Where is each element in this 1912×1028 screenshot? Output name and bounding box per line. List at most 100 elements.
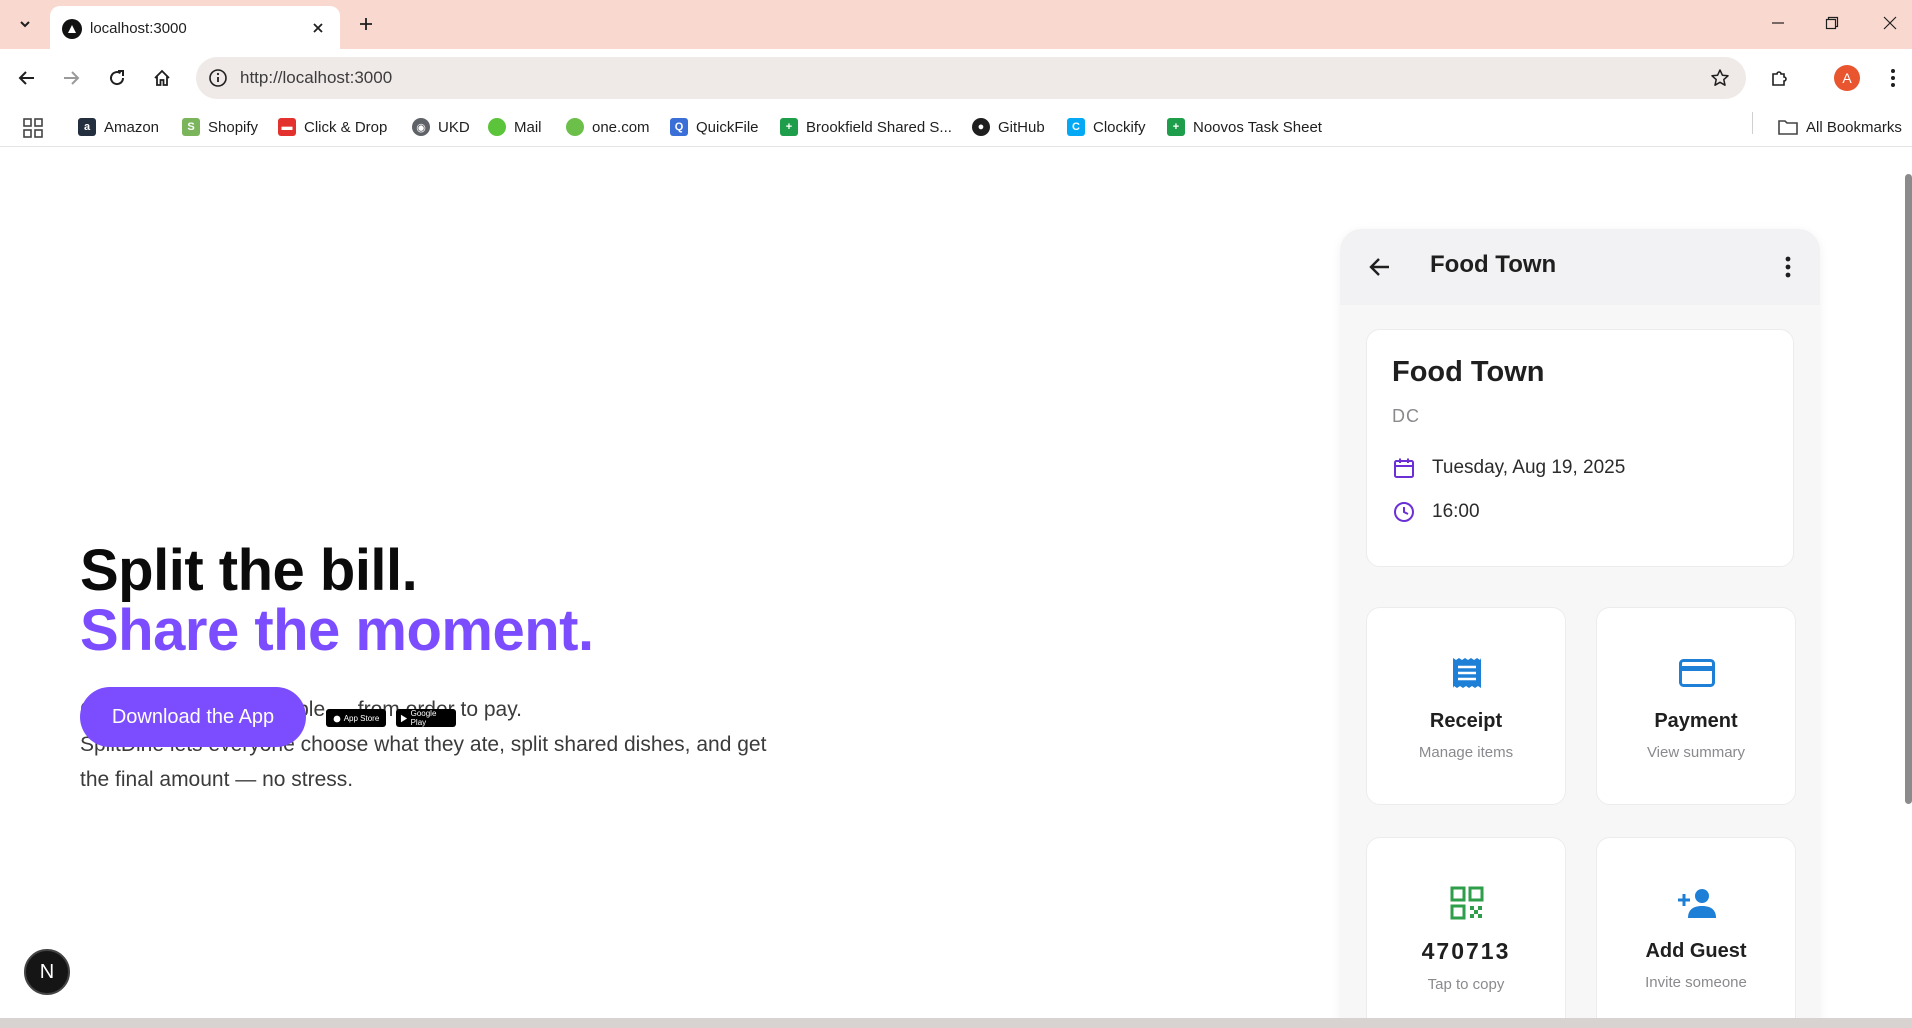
more-vertical-icon [1785,256,1791,278]
receipt-subtitle: Manage items [1418,744,1514,761]
qr-code-icon [1447,883,1487,923]
url-text: http://localhost:3000 [240,68,393,87]
receipt-icon [1447,653,1487,693]
phone-menu-button[interactable] [1776,253,1800,281]
clock-icon [1392,500,1416,524]
close-tab-icon[interactable] [308,18,328,38]
event-time: 16:00 [1432,501,1480,522]
join-code-subtitle: Tap to copy [1427,976,1505,993]
join-code: 470713 [1421,938,1511,964]
bookmark-item[interactable]: ● GitHub [972,116,1045,138]
minimize-button[interactable] [1758,8,1798,38]
bookmarks-separator [1752,112,1753,134]
bookmark-item[interactable]: + Noovos Task Sheet [1167,116,1322,138]
browser-toolbar: http://localhost:3000 A [0,49,1912,107]
receipt-title: Receipt [1429,710,1503,732]
app-store-badge[interactable]: App Store [326,709,386,727]
tab-search-button[interactable] [10,10,40,38]
bookmark-label: Shopify [208,118,259,136]
bookmark-label: Clockify [1093,118,1146,136]
payment-subtitle: View summary [1646,744,1746,761]
bookmark-item[interactable]: C Clockify [1067,116,1146,138]
all-bookmarks-label: All Bookmarks [1806,118,1902,136]
credit-card-icon [1677,653,1717,693]
time-row: 16:00 [1392,500,1480,524]
calendar-icon [1392,456,1416,480]
date-row: Tuesday, Aug 19, 2025 [1392,456,1625,480]
site-info-icon[interactable] [206,66,230,90]
bookmark-label: one.com [592,118,650,136]
nextjs-dev-badge[interactable]: N [24,949,70,995]
amazon-icon: a [78,118,96,136]
restaurant-name: Food Town [1392,356,1545,388]
event-date: Tuesday, Aug 19, 2025 [1432,457,1626,478]
sheets-icon: + [1167,118,1185,136]
add-guest-title: Add Guest [1645,940,1747,962]
receipt-tile[interactable]: Receipt Manage items [1366,607,1566,805]
globe-icon: ◉ [412,118,430,136]
arrow-left-icon [1369,258,1389,276]
more-vertical-icon [1891,69,1895,87]
active-tab[interactable]: localhost:3000 [50,6,340,49]
tab-title: localhost:3000 [90,20,187,37]
royal-mail-icon: ▬ [278,118,296,136]
phone-header: Food Town [1340,229,1820,305]
download-app-button[interactable]: Download the App [80,687,306,747]
shopify-icon: S [182,118,200,136]
bookmark-item[interactable]: ◉ UKD [412,116,470,138]
payment-title: Payment [1654,710,1738,732]
close-window-button[interactable] [1870,8,1910,38]
bookmark-item[interactable]: + Brookfield Shared S... [780,116,952,138]
add-guest-subtitle: Invite someone [1645,974,1747,991]
profile-avatar[interactable]: A [1834,65,1860,91]
bookmark-label: QuickFile [696,118,759,136]
all-bookmarks-button[interactable]: All Bookmarks [1778,116,1902,138]
restore-button[interactable] [1812,8,1852,38]
phone-mockup: Food Town Food Town DC Tuesday, Aug 19, … [1340,229,1820,1018]
window-bottom-strip [0,1018,1912,1028]
home-icon [154,69,170,86]
payment-tile[interactable]: Payment View summary [1596,607,1796,805]
add-guest-tile[interactable]: Add Guest Invite someone [1596,837,1796,1018]
bookmark-item[interactable]: Mail [488,116,542,138]
restore-icon [1825,16,1839,30]
github-icon: ● [972,118,990,136]
bookmark-item[interactable]: a Amazon [78,116,159,138]
reload-button[interactable] [102,63,132,93]
google-play-badge[interactable]: Google Play [396,709,456,727]
bookmark-item[interactable]: ▬ Click & Drop [278,116,387,138]
folder-icon [1778,120,1798,135]
page-viewport: Split the bill. Share the moment. Group … [0,148,1912,1018]
bookmark-item[interactable]: one.com [566,116,650,138]
nextjs-favicon-icon [62,19,82,39]
home-button[interactable] [147,63,177,93]
plus-icon [360,18,372,30]
bookmark-label: Noovos Task Sheet [1193,118,1322,136]
bookmark-star-icon[interactable] [1708,66,1732,90]
browser-menu-button[interactable] [1878,63,1908,93]
chevron-down-icon [20,21,30,28]
phone-back-button[interactable] [1366,253,1394,281]
scrollbar-thumb[interactable] [1905,174,1912,804]
add-person-icon [1677,883,1717,923]
restaurant-info-card: Food Town DC Tuesday, Aug 19, 2025 16:00 [1366,329,1794,567]
bookmark-item[interactable]: S Shopify [182,116,258,138]
address-bar[interactable]: http://localhost:3000 [196,57,1746,99]
extensions-button[interactable] [1765,63,1795,93]
back-button[interactable] [12,63,42,93]
bookmark-label: Click & Drop [304,118,388,136]
play-icon [400,714,408,722]
minimize-icon [1772,22,1784,24]
sheets-icon: + [780,118,798,136]
phone-header-title: Food Town [1430,251,1557,278]
reload-icon [110,70,125,86]
arrow-left-icon [18,71,34,85]
hero-title: Split the bill. [80,538,418,603]
bookmark-item[interactable]: Q QuickFile [670,116,759,138]
quickfile-icon: Q [670,118,688,136]
restaurant-city: DC [1392,406,1420,426]
join-code-tile[interactable]: 470713 Tap to copy [1366,837,1566,1018]
forward-button[interactable] [56,63,86,93]
apps-grid-icon[interactable] [22,117,44,139]
new-tab-button[interactable] [352,10,380,38]
